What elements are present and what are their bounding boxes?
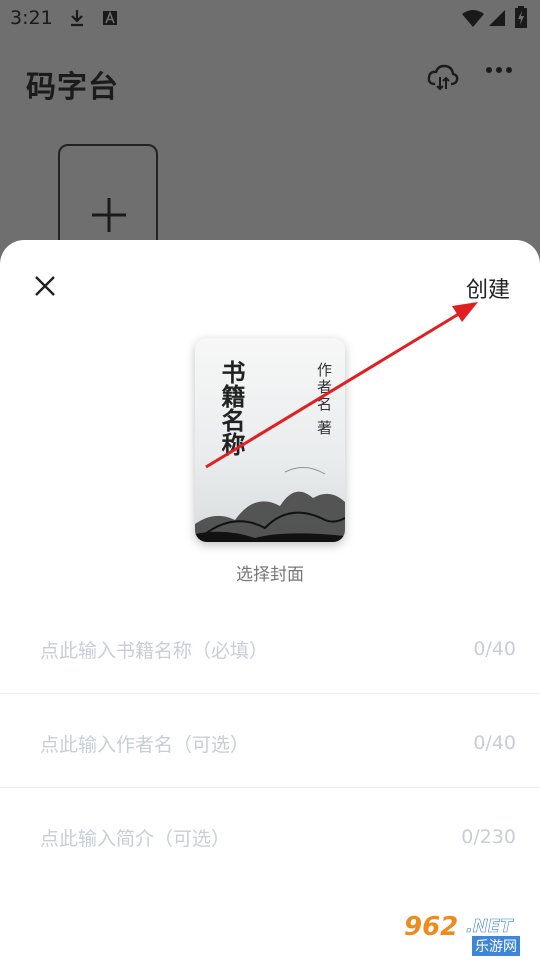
battery-charging-icon bbox=[515, 6, 527, 28]
status-time: 3:21 bbox=[10, 7, 53, 29]
create-button[interactable]: 创建 bbox=[466, 272, 510, 304]
site-watermark: 962 .NET 乐游网 bbox=[400, 912, 536, 956]
author-count: 0/40 bbox=[473, 732, 516, 754]
wifi-icon bbox=[462, 10, 484, 27]
plus-icon bbox=[92, 198, 126, 232]
intro-field[interactable]: 点此输入简介（可选） 0/230 bbox=[0, 788, 540, 882]
signal-icon bbox=[489, 10, 505, 26]
close-icon[interactable] bbox=[34, 275, 56, 297]
cover-title: 书籍名称 bbox=[217, 360, 245, 456]
create-book-sheet: 创建 书籍名称 作者名 著 选择封面 点此输入书籍名称（必填） 0/40 点此输… bbox=[0, 240, 540, 960]
author-placeholder: 点此输入作者名（可选） bbox=[40, 734, 250, 756]
more-icon[interactable] bbox=[486, 66, 512, 74]
intro-count: 0/230 bbox=[461, 826, 516, 848]
author-field[interactable]: 点此输入作者名（可选） 0/40 bbox=[0, 694, 540, 788]
ink-landscape-art bbox=[195, 467, 345, 542]
a-box-icon bbox=[103, 10, 117, 25]
watermark-net: .NET bbox=[466, 916, 513, 938]
download-icon bbox=[71, 10, 83, 27]
book-title-field[interactable]: 点此输入书籍名称（必填） 0/40 bbox=[0, 600, 540, 694]
watermark-sub: 乐游网 bbox=[472, 936, 520, 956]
choose-cover-label[interactable]: 选择封面 bbox=[0, 560, 540, 585]
book-cover[interactable]: 书籍名称 作者名 著 bbox=[195, 338, 345, 542]
app-title: 码字台 bbox=[26, 70, 119, 105]
watermark-number: 962 bbox=[404, 912, 459, 942]
intro-placeholder: 点此输入简介（可选） bbox=[40, 828, 231, 850]
book-title-placeholder: 点此输入书籍名称（必填） bbox=[40, 640, 269, 662]
cloud-sync-icon[interactable] bbox=[427, 64, 459, 92]
status-bar: 3:21 bbox=[0, 0, 540, 36]
cover-author: 作者名 著 bbox=[315, 362, 333, 437]
book-title-count: 0/40 bbox=[473, 638, 516, 660]
